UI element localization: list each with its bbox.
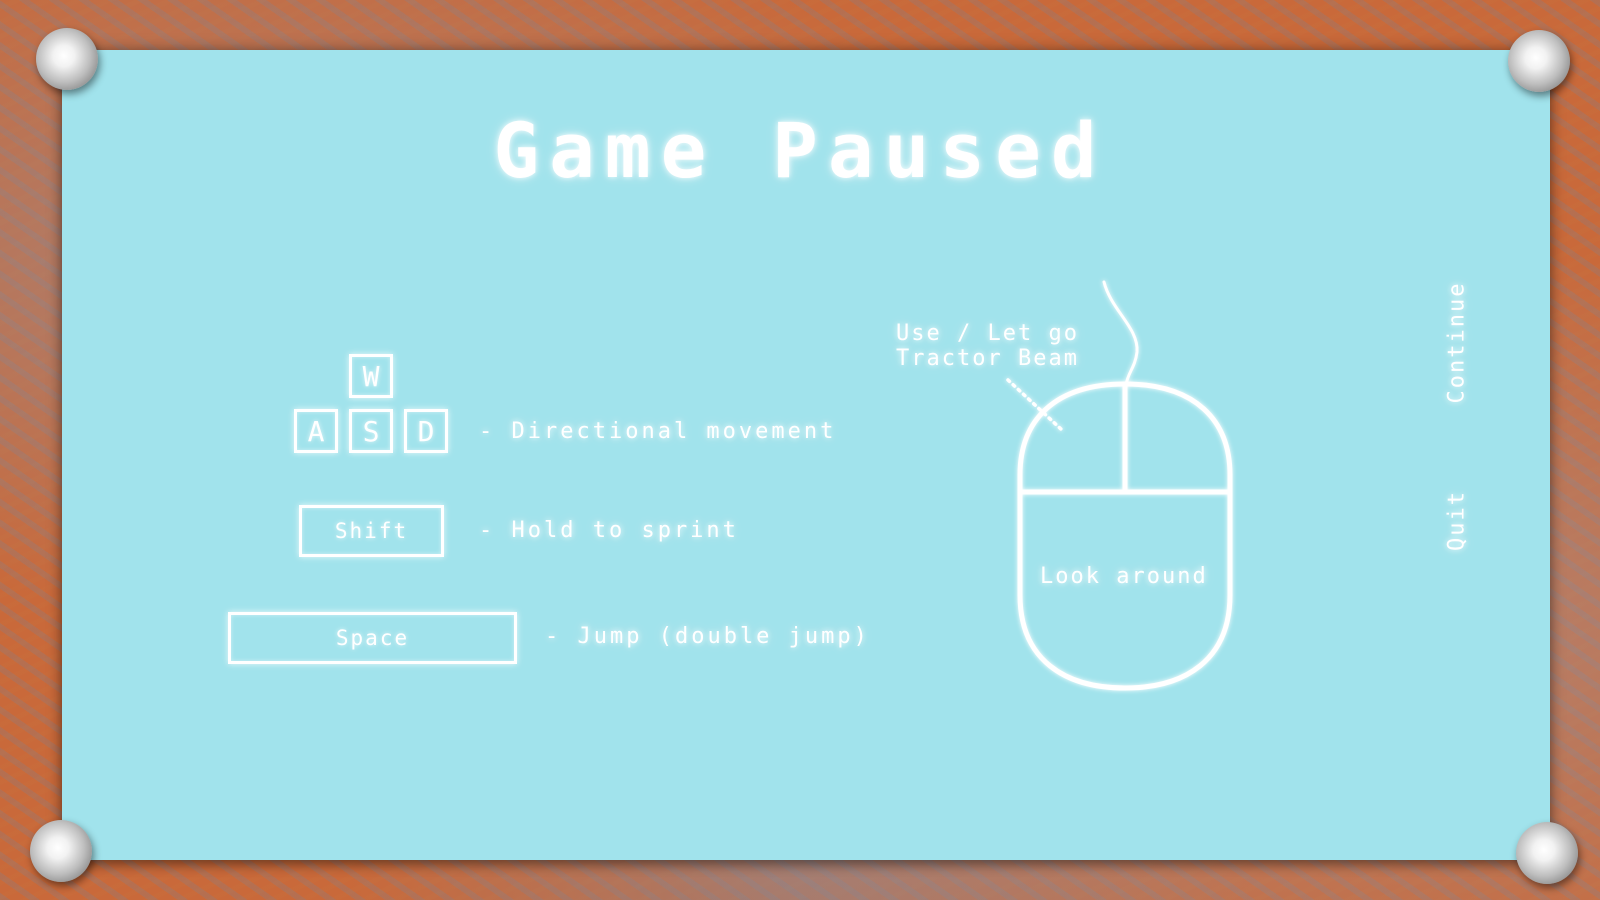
- space-description: - Jump (double jump): [545, 624, 870, 649]
- continue-button[interactable]: Continue: [1445, 282, 1470, 404]
- pushpin-bottom-right: [1516, 822, 1578, 884]
- key-s: S: [349, 409, 393, 453]
- mouse-cable: [1102, 280, 1139, 387]
- key-a: A: [294, 409, 338, 453]
- key-shift: Shift: [299, 505, 444, 557]
- pushpin-top-left: [36, 28, 98, 90]
- mouse-body-label: Look around: [1040, 564, 1208, 589]
- page-title: Game Paused: [493, 106, 1107, 195]
- key-d: D: [404, 409, 448, 453]
- wasd-description: - Directional movement: [479, 419, 837, 444]
- left-button-label-line1: Use / Let go: [896, 321, 1079, 346]
- key-space: Space: [228, 612, 517, 664]
- pushpin-bottom-left: [30, 820, 92, 882]
- pushpin-top-right: [1508, 30, 1570, 92]
- shift-description: - Hold to sprint: [479, 518, 739, 543]
- quit-button[interactable]: Quit: [1445, 476, 1470, 566]
- key-w: W: [349, 354, 393, 398]
- left-button-label-line2: Tractor Beam: [896, 346, 1079, 371]
